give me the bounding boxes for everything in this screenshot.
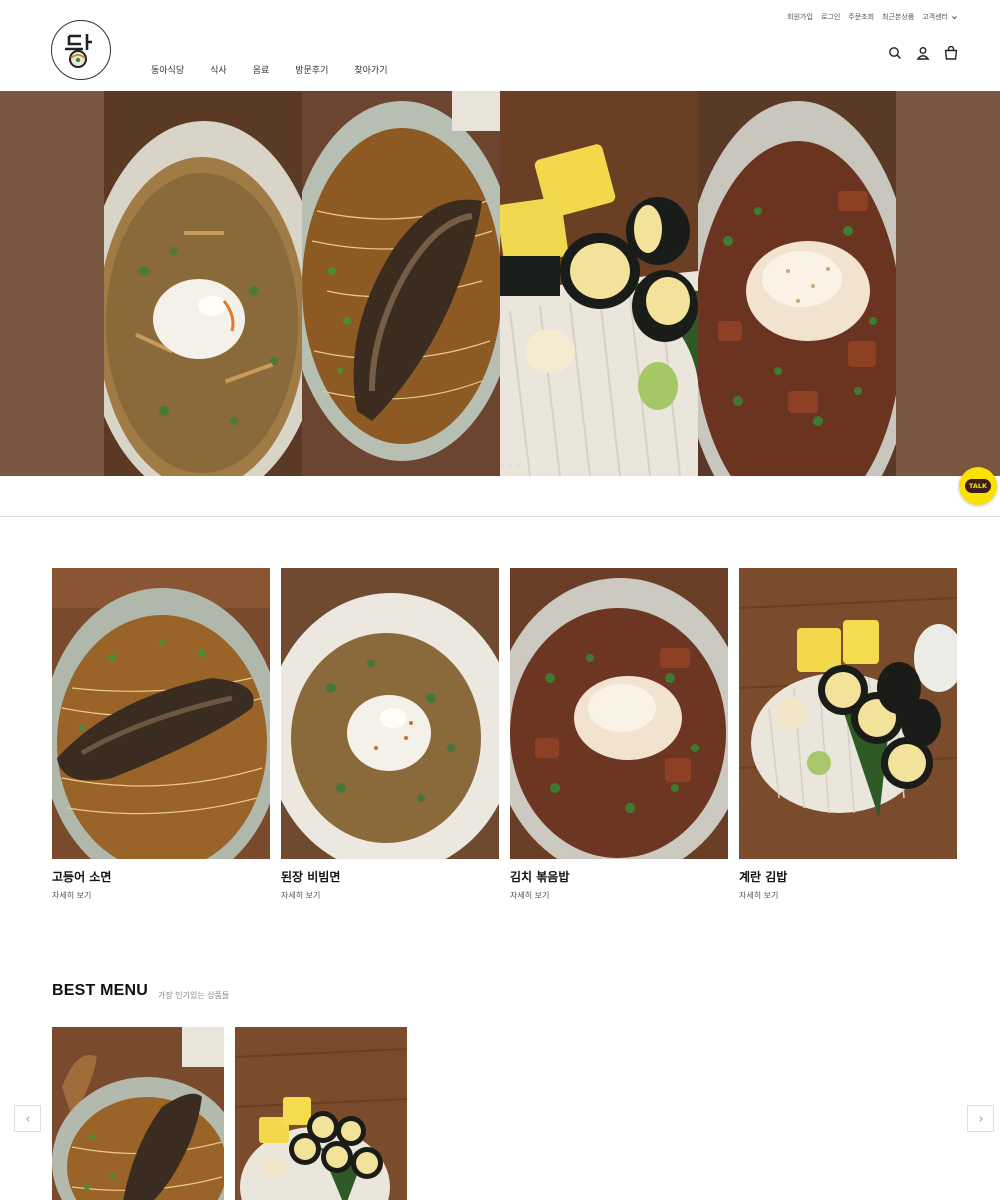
menu-card-name: 된장 비빔면 (281, 870, 341, 884)
nav-item-review[interactable]: 방문후기 (295, 63, 328, 76)
chevron-left-icon[interactable] (14, 1105, 41, 1132)
order-lookup-link[interactable]: 주문조회 (848, 12, 874, 22)
hero-pagination[interactable] (500, 464, 520, 468)
cart-icon[interactable] (944, 45, 958, 60)
nav-item-drink[interactable]: 음료 (253, 63, 270, 76)
menu-card-image-mackerel-somen[interactable] (52, 568, 270, 859)
chevron-right-icon[interactable] (967, 1105, 994, 1132)
recent-items-link[interactable]: 최근본상품 (882, 12, 914, 22)
menu-card-detail-link[interactable]: 자세히 보기 (739, 890, 957, 901)
kakao-talk-label: TALK (964, 479, 992, 493)
page: 회원가입 로그인 주문조회 최근본상품 고객센터 동아식당 식사 음료 방문후기… (0, 0, 1000, 1200)
best-menu-list (52, 1027, 407, 1200)
join-link[interactable]: 회원가입 (787, 12, 813, 22)
menu-card[interactable]: 고등어 소면 자세히 보기 (52, 568, 270, 901)
site-logo[interactable] (51, 20, 111, 80)
search-icon[interactable] (888, 45, 902, 60)
customer-center-link[interactable]: 고객센터 (922, 12, 958, 22)
hero-slide-kimchi-fried-rice (698, 91, 896, 476)
nav-item-restaurant[interactable]: 동아식당 (151, 63, 184, 76)
utility-icons (888, 45, 958, 60)
main-nav: 동아식당 식사 음료 방문후기 찾아가기 (151, 63, 414, 76)
menu-card[interactable]: 계란 김밥 자세히 보기 (739, 568, 957, 901)
menu-card-image-egg-kimbap[interactable] (739, 568, 957, 859)
menu-card-detail-link[interactable]: 자세히 보기 (52, 890, 270, 901)
top-links: 회원가입 로그인 주문조회 최근본상품 고객센터 (787, 12, 958, 22)
section-divider (0, 516, 1000, 517)
login-link[interactable]: 로그인 (821, 12, 840, 22)
best-menu-subtitle: 가장 인기있는 상품들 (158, 991, 230, 1000)
hero-slide-mackerel-somen (302, 91, 500, 476)
best-item-image-mackerel-somen[interactable] (52, 1027, 224, 1200)
nav-item-meal[interactable]: 식사 (210, 63, 227, 76)
menu-card[interactable]: 김치 볶음밥 자세히 보기 (510, 568, 728, 901)
menu-card-list: 고등어 소면 자세히 보기 된장 비빔면 자세히 보기 김치 볶음밥 자세히 보… (52, 568, 957, 901)
menu-card[interactable]: 된장 비빔면 자세히 보기 (281, 568, 499, 901)
menu-card-name: 김치 볶음밥 (510, 870, 570, 884)
user-icon[interactable] (916, 45, 930, 60)
hero-slide-egg-kimbap (500, 91, 698, 476)
menu-card-detail-link[interactable]: 자세히 보기 (510, 890, 728, 901)
hero-banner[interactable] (0, 91, 1000, 476)
best-item-image-egg-kimbap[interactable] (235, 1027, 407, 1200)
hero-slide-bibim-noodle (104, 91, 302, 476)
best-menu-title: BEST MENU (52, 982, 149, 999)
bowl-logo-icon (65, 34, 92, 68)
chevron-down-icon (952, 15, 957, 19)
nav-item-directions[interactable]: 찾아가기 (354, 63, 387, 76)
menu-card-name: 고등어 소면 (52, 870, 112, 884)
customer-center-label: 고객센터 (922, 13, 948, 21)
kakao-talk-button[interactable]: TALK (959, 467, 997, 505)
menu-card-name: 계란 김밥 (739, 870, 788, 884)
menu-card-image-kimchi-fried-rice[interactable] (510, 568, 728, 859)
menu-card-image-bibim-noodle[interactable] (281, 568, 499, 859)
menu-card-detail-link[interactable]: 자세히 보기 (281, 890, 499, 901)
